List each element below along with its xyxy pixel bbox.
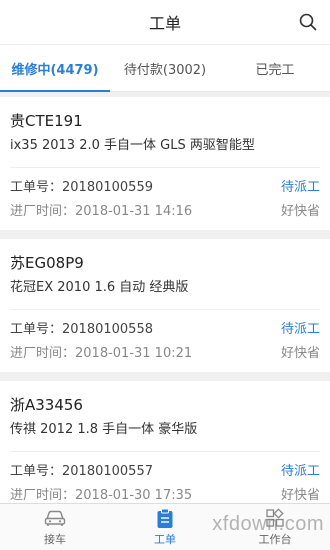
- entry-time: 进厂时间：2018-01-31 10:21: [10, 346, 193, 361]
- plate-number: 浙A33456: [10, 396, 83, 414]
- order-number: 工单号：20180100557: [10, 464, 153, 479]
- order-number: 工单号：20180100558: [10, 322, 153, 337]
- vehicle-model: ix35 2013 2.0 手自一体 GLS 两驱智能型: [10, 131, 320, 168]
- vehicle-model: 花冠EX 2010 1.6 自动 经典版: [10, 273, 320, 310]
- clipboard-icon: [154, 507, 176, 529]
- order-card[interactable]: 浙A33456 传祺 2012 1.8 手自一体 豪华版 工单号：2018010…: [0, 381, 330, 503]
- tab-completed[interactable]: 已完工: [220, 45, 330, 91]
- status-badge[interactable]: 待派工: [281, 321, 320, 339]
- order-card[interactable]: 贵CTE191 ix35 2013 2.0 手自一体 GLS 两驱智能型 工单号…: [0, 97, 330, 230]
- shop-name: 好快省: [280, 488, 320, 503]
- status-badge[interactable]: 待派工: [281, 463, 320, 481]
- search-icon: [299, 13, 317, 31]
- nav-item-orders[interactable]: 工单: [110, 504, 220, 550]
- watermark: xfdown.com: [212, 513, 324, 535]
- plate-number: 苏EG08P9: [10, 254, 84, 272]
- vehicle-model: 传祺 2012 1.8 手自一体 豪华版: [10, 415, 320, 452]
- order-card[interactable]: 苏EG08P9 花冠EX 2010 1.6 自动 经典版 工单号：2018010…: [0, 239, 330, 372]
- nav-item-reception[interactable]: 接车: [0, 504, 110, 550]
- tab-in-repair[interactable]: 维修中(4479): [0, 45, 110, 92]
- plate-number: 贵CTE191: [10, 112, 83, 130]
- header: 工单: [0, 0, 330, 44]
- status-tabs: 维修中(4479) 待付款(3002) 已完工: [0, 44, 330, 92]
- shop-name: 好快省: [280, 204, 320, 219]
- nav-label: 工单: [154, 533, 176, 546]
- page-title: 工单: [148, 14, 181, 33]
- nav-label: 接车: [44, 533, 66, 546]
- order-list: 贵CTE191 ix35 2013 2.0 手自一体 GLS 两驱智能型 工单号…: [0, 92, 330, 503]
- car-icon: [44, 507, 66, 529]
- shop-name: 好快省: [280, 346, 320, 361]
- entry-time: 进厂时间：2018-01-31 14:16: [10, 204, 193, 219]
- order-number: 工单号：20180100559: [10, 180, 153, 195]
- tab-pending-payment[interactable]: 待付款(3002): [110, 45, 220, 91]
- status-badge[interactable]: 待派工: [281, 179, 320, 197]
- entry-time: 进厂时间：2018-01-30 17:35: [10, 488, 193, 503]
- search-button[interactable]: [296, 10, 320, 34]
